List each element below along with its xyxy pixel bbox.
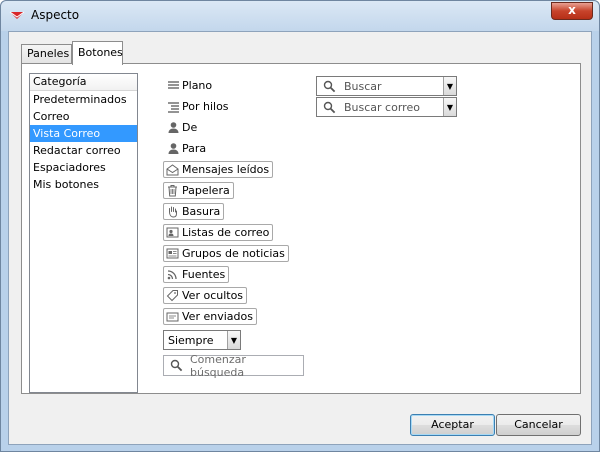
- newsgroup-icon: [166, 247, 179, 260]
- item-label: Plano: [182, 79, 213, 92]
- category-item-redactar-correo[interactable]: Redactar correo: [30, 142, 137, 159]
- toolbar-button-ver-enviados[interactable]: Ver enviados: [163, 308, 257, 325]
- button-label: Grupos de noticias: [182, 247, 285, 260]
- accept-button[interactable]: Aceptar: [410, 414, 495, 436]
- toolbar-button-listas-de-correo[interactable]: Listas de correo: [163, 224, 274, 241]
- close-icon: x: [568, 3, 576, 17]
- trash-icon: [166, 184, 179, 197]
- button-label: Ver enviados: [182, 310, 253, 323]
- button-label: Ver ocultos: [182, 289, 244, 302]
- category-list-header: Categoría: [30, 74, 137, 91]
- item-label: Por hilos: [182, 100, 229, 113]
- open-envelope-icon: [166, 163, 179, 176]
- cancel-button[interactable]: Cancelar: [496, 414, 581, 436]
- category-list[interactable]: Categoría Predeterminados Correo Vista C…: [29, 73, 138, 393]
- mail-app-icon: [9, 8, 25, 24]
- buscar-combo[interactable]: Buscar ▼: [316, 76, 457, 96]
- item-label: Para: [182, 142, 207, 155]
- toolbar-button-ver-ocultos[interactable]: Ver ocultos: [163, 287, 248, 304]
- category-item-vista-correo[interactable]: Vista Correo: [30, 125, 137, 142]
- person-icon: [167, 142, 180, 155]
- close-button[interactable]: x: [551, 2, 593, 20]
- chevron-down-icon[interactable]: ▼: [227, 331, 240, 349]
- button-label: Mensajes leídos: [182, 163, 270, 176]
- search-icon: [323, 101, 336, 114]
- category-item-predeterminados[interactable]: Predeterminados: [30, 91, 137, 108]
- combo-text: Buscar correo: [344, 100, 420, 114]
- sent-mail-icon: [166, 310, 179, 323]
- tab-label: Paneles: [27, 47, 70, 60]
- start-search-field[interactable]: Comenzar búsqueda: [163, 352, 304, 379]
- botones-panel: Categoría Predeterminados Correo Vista C…: [21, 63, 581, 394]
- chevron-down-icon[interactable]: ▼: [443, 98, 456, 116]
- toolbar-button-fuentes[interactable]: Fuentes: [163, 266, 230, 283]
- select-value: Siempre: [168, 333, 214, 347]
- category-item-espaciadores[interactable]: Espaciadores: [30, 159, 137, 176]
- threaded-list-icon: [167, 100, 180, 113]
- person-icon: [167, 121, 180, 134]
- tab-botones[interactable]: Botones: [72, 41, 123, 65]
- button-label: Basura: [182, 205, 221, 218]
- dialog-body: Paneles Botones Categoría Predeterminado…: [8, 31, 592, 445]
- toolbar-item-de[interactable]: De: [167, 121, 197, 134]
- title-bar[interactable]: Aspecto x: [1, 1, 599, 31]
- category-item-mis-botones[interactable]: Mis botones: [30, 176, 137, 193]
- button-label: Papelera: [182, 184, 230, 197]
- toolbar-item-plano[interactable]: Plano: [167, 79, 212, 92]
- tab-paneles[interactable]: Paneles: [21, 44, 72, 64]
- button-label: Fuentes: [182, 268, 226, 281]
- toolbar-button-papelera[interactable]: Papelera: [163, 182, 234, 199]
- button-label: Listas de correo: [182, 226, 270, 239]
- tag-icon: [166, 289, 179, 302]
- contact-card-icon: [166, 226, 179, 239]
- buscar-correo-combo[interactable]: Buscar correo ▼: [316, 97, 457, 117]
- flat-list-icon: [167, 79, 180, 92]
- search-placeholder: Comenzar búsqueda: [190, 352, 246, 379]
- toolbar-item-por-hilos[interactable]: Por hilos: [167, 100, 229, 113]
- chevron-down-icon[interactable]: ▼: [443, 77, 456, 95]
- search-icon: [170, 359, 183, 372]
- category-item-correo[interactable]: Correo: [30, 108, 137, 125]
- item-label: De: [182, 121, 198, 134]
- rss-feed-icon: [166, 268, 179, 281]
- toolbar-button-basura[interactable]: Basura: [163, 203, 225, 220]
- window-title: Aspecto: [31, 8, 80, 22]
- toolbar-button-grupos-de-noticias[interactable]: Grupos de noticias: [163, 245, 289, 262]
- toolbar-item-para[interactable]: Para: [167, 142, 206, 155]
- dialog-window: Aspecto x Paneles Botones Categoría Pred…: [0, 0, 600, 452]
- toolbar-button-mensajes-leidos[interactable]: Mensajes leídos: [163, 161, 274, 178]
- combo-text: Buscar: [344, 79, 382, 93]
- search-icon: [323, 80, 336, 93]
- hand-stop-icon: [166, 205, 179, 218]
- tab-label: Botones: [78, 46, 123, 59]
- siempre-select[interactable]: Siempre ▼: [163, 330, 241, 350]
